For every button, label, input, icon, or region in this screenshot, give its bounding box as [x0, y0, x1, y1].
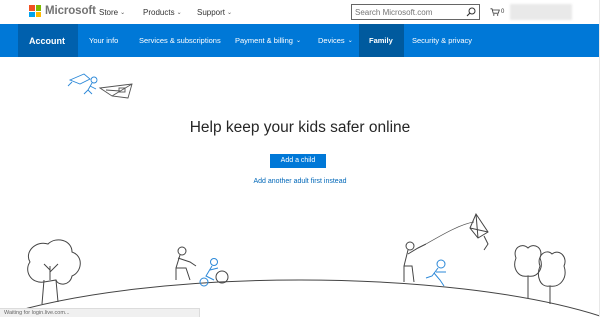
add-adult-link-text[interactable]: Add another adult first instead — [253, 178, 346, 185]
ball-illustration — [215, 270, 229, 284]
status-text: Waiting for login.live.com... — [4, 310, 70, 316]
page-headline: Help keep your kids safer online — [189, 119, 411, 136]
browser-status-bar: Waiting for login.live.com... — [0, 308, 200, 317]
add-adult-link: Add another adult first instead — [0, 178, 600, 185]
kite-illustration — [469, 212, 489, 251]
tree-right-illustration — [514, 245, 566, 304]
paper-plane-illustration — [98, 83, 133, 99]
child-right-illustration — [425, 259, 446, 287]
parent-right-illustration — [403, 241, 427, 283]
parent-left-illustration — [175, 246, 197, 281]
kite-string — [425, 221, 475, 245]
add-child-button[interactable]: Add a child — [270, 154, 326, 168]
flying-kid-illustration — [67, 73, 98, 95]
tree-left-illustration — [27, 239, 81, 305]
